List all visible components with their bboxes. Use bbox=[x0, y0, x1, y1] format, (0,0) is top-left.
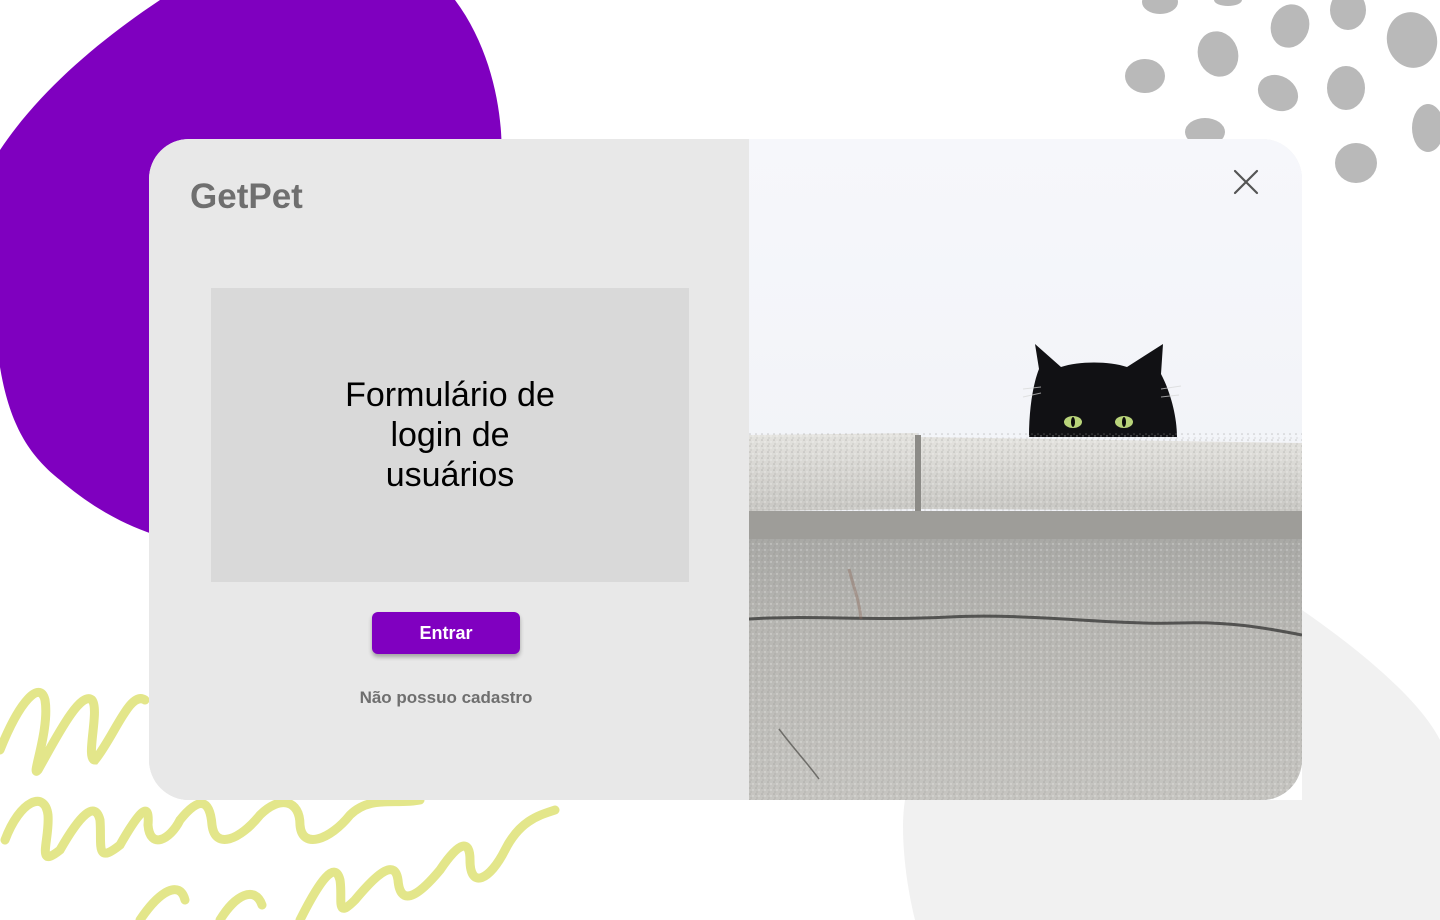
login-form-placeholder-text: Formulário de login de usuários bbox=[345, 376, 555, 494]
close-button[interactable] bbox=[1227, 163, 1265, 201]
login-modal: GetPet Formulário de login de usuários E… bbox=[149, 139, 1302, 800]
cat-photo bbox=[749, 139, 1302, 800]
brand-logo: GetPet bbox=[190, 177, 303, 216]
close-icon bbox=[1233, 169, 1259, 195]
no-account-link[interactable]: Não possuo cadastro bbox=[298, 688, 594, 708]
login-button[interactable]: Entrar bbox=[372, 612, 520, 654]
login-form-placeholder: Formulário de login de usuários bbox=[211, 288, 689, 582]
image-panel bbox=[749, 139, 1302, 800]
login-panel: GetPet Formulário de login de usuários E… bbox=[149, 139, 749, 800]
